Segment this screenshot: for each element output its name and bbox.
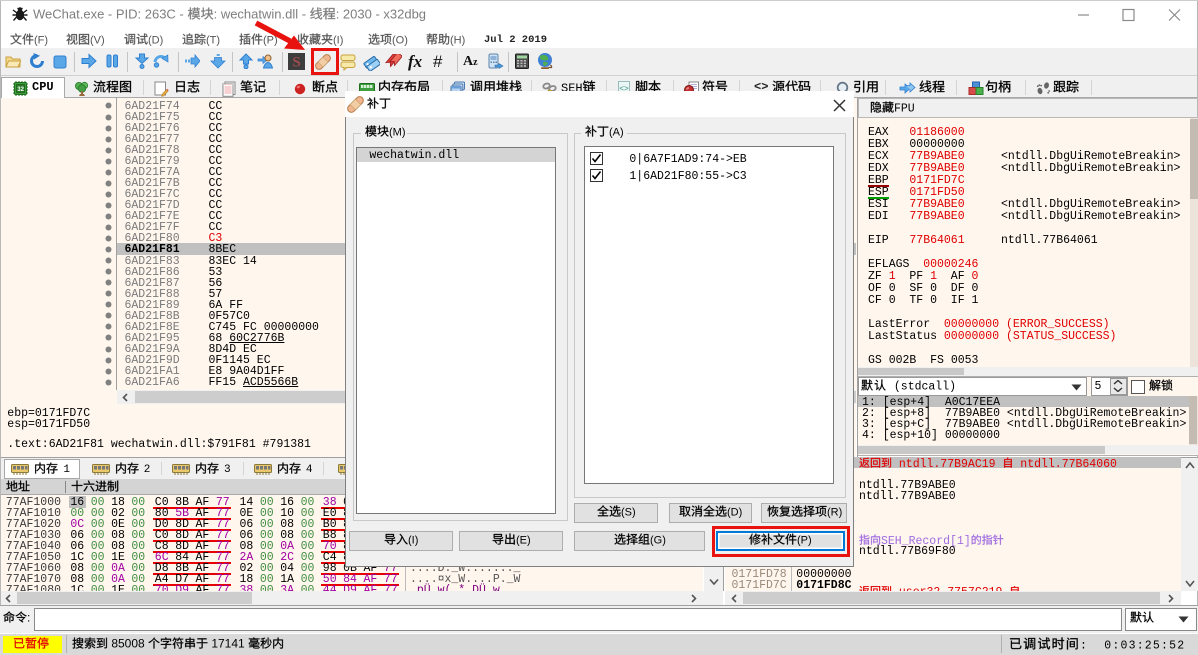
svg-text:FPU: FPU xyxy=(894,102,915,115)
svg-text::: : xyxy=(27,610,30,624)
svg-text:(H): (H) xyxy=(450,35,465,47)
svg-text:32: 32 xyxy=(17,87,24,93)
svg-text:(D): (D) xyxy=(727,506,742,518)
svg-text:: 2030 - x32dbg: : 2030 - x32dbg xyxy=(336,6,426,21)
svg-text:(T): (T) xyxy=(206,35,220,47)
svg-text:ntdll.77B64060: ntdll.77B64060 xyxy=(1013,457,1117,470)
svg-text:: 0:03:25:52: : 0:03:25:52 xyxy=(1080,639,1185,652)
svg-text:(G): (G) xyxy=(650,535,666,547)
svg-text:S: S xyxy=(292,55,300,71)
svg-text:85008: 85008 xyxy=(108,637,148,651)
svg-text:(F): (F) xyxy=(34,35,48,47)
svg-text:(S): (S) xyxy=(621,506,636,518)
svg-text:(M): (M) xyxy=(389,126,406,138)
svg-text:(I): (I) xyxy=(333,35,343,47)
svg-text:(I): (I) xyxy=(408,535,418,547)
svg-text:17141: 17141 xyxy=(208,637,248,651)
svg-text:WeChat.exe - PID: 263C -: WeChat.exe - PID: 263C - xyxy=(33,6,187,21)
svg-text:(stdcall): (stdcall) xyxy=(887,381,956,394)
svg-text:(E): (E) xyxy=(516,535,531,547)
svg-text:ntdll.77B9AC19: ntdll.77B9AC19 xyxy=(892,457,1002,470)
svg-text:(D): (D) xyxy=(148,35,163,47)
svg-text:(R): (R) xyxy=(827,506,842,518)
svg-text:(V): (V) xyxy=(90,35,105,47)
svg-text:(O): (O) xyxy=(392,35,408,47)
svg-text:(A): (A) xyxy=(609,126,624,138)
